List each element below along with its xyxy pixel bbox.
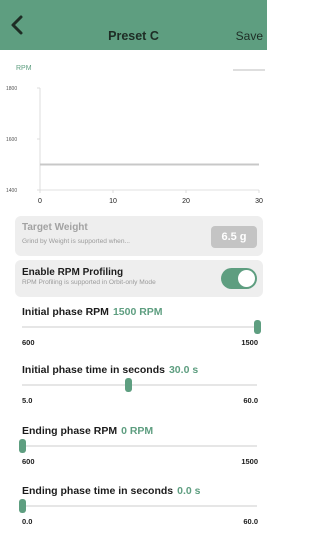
x-tick-label: 30 (255, 198, 263, 205)
slider-label: Initial phase RPM 1500 RPM (22, 306, 163, 318)
slider-label-text: Initial phase RPM (22, 306, 109, 318)
slider-min-label: 5.0 (22, 396, 33, 405)
rpm-chart-svg: RPM 1400 1600 1800 0 10 20 30 (6, 65, 265, 205)
y-tick-label: 1800 (6, 86, 17, 92)
slider-value: 0 RPM (121, 425, 154, 437)
slider-label-text: Initial phase time in seconds (22, 364, 165, 376)
y-tick-label: 1600 (6, 137, 17, 143)
slider-max-label: 60.0 (243, 517, 258, 526)
target-weight-subtitle: Grind by Weight is supported when... (22, 238, 130, 245)
slider-max-label: 1500 (241, 338, 258, 347)
rpm-profiling-title: Enable RPM Profiling (22, 267, 124, 278)
rpm-chart: RPM 1400 1600 1800 0 10 20 30 (0, 56, 267, 208)
x-tick-label: 20 (182, 198, 190, 205)
y-tick-label: 1400 (6, 188, 17, 194)
rpm-profiling-toggle[interactable] (221, 268, 257, 289)
slider-track[interactable] (18, 499, 257, 513)
slider-track[interactable] (22, 320, 261, 334)
slider-label-text: Ending phase time in seconds (22, 485, 174, 497)
target-weight-value-button[interactable]: 6.5 g (211, 226, 257, 248)
slider-min-label: 600 (22, 457, 35, 466)
slider-thumb[interactable] (18, 439, 26, 453)
initial-phase-rpm-slider: Initial phase RPM 1500 RPM 600 1500 (0, 306, 267, 366)
target-weight-card[interactable]: Target Weight Grind by Weight is support… (15, 216, 263, 256)
save-button[interactable]: Save (236, 29, 263, 43)
slider-min-label: 0.0 (22, 517, 33, 526)
rpm-profiling-subtitle: RPM Profiling is supported in Orbit-only… (22, 279, 156, 286)
slider-thumb[interactable] (125, 378, 133, 392)
slider-thumb[interactable] (18, 499, 26, 513)
ending-phase-rpm-slider: Ending phase RPM 0 RPM 600 1500 (0, 425, 267, 485)
x-tick-label: 10 (109, 198, 117, 205)
slider-thumb[interactable] (253, 320, 261, 334)
slider-label: Initial phase time in seconds 30.0 s (22, 364, 198, 376)
slider-label: Ending phase time in seconds 0.0 s (22, 485, 200, 497)
slider-max-label: 1500 (241, 457, 258, 466)
slider-label-text: Ending phase RPM (22, 425, 118, 437)
y-axis-label: RPM (16, 65, 32, 72)
slider-max-label: 60.0 (243, 396, 258, 405)
initial-phase-time-slider: Initial phase time in seconds 30.0 s 5.0 … (0, 364, 267, 424)
rpm-profiling-card: Enable RPM Profiling RPM Profiling is su… (15, 260, 263, 297)
slider-value: 1500 RPM (112, 306, 163, 318)
x-tick-label: 0 (38, 198, 42, 205)
app-header: Preset C Save (0, 0, 267, 50)
slider-value: 0.0 s (177, 485, 201, 497)
slider-track[interactable] (18, 439, 257, 453)
slider-track[interactable] (22, 378, 257, 392)
toggle-knob (238, 270, 255, 287)
page-title: Preset C (108, 29, 159, 43)
slider-value: 30.0 s (168, 364, 199, 376)
target-weight-title: Target Weight (22, 222, 88, 233)
ending-phase-time-slider: Ending phase time in seconds 0.0 s 0.0 60… (0, 485, 267, 543)
slider-label: Ending phase RPM 0 RPM (22, 425, 153, 437)
slider-min-label: 600 (22, 338, 35, 347)
